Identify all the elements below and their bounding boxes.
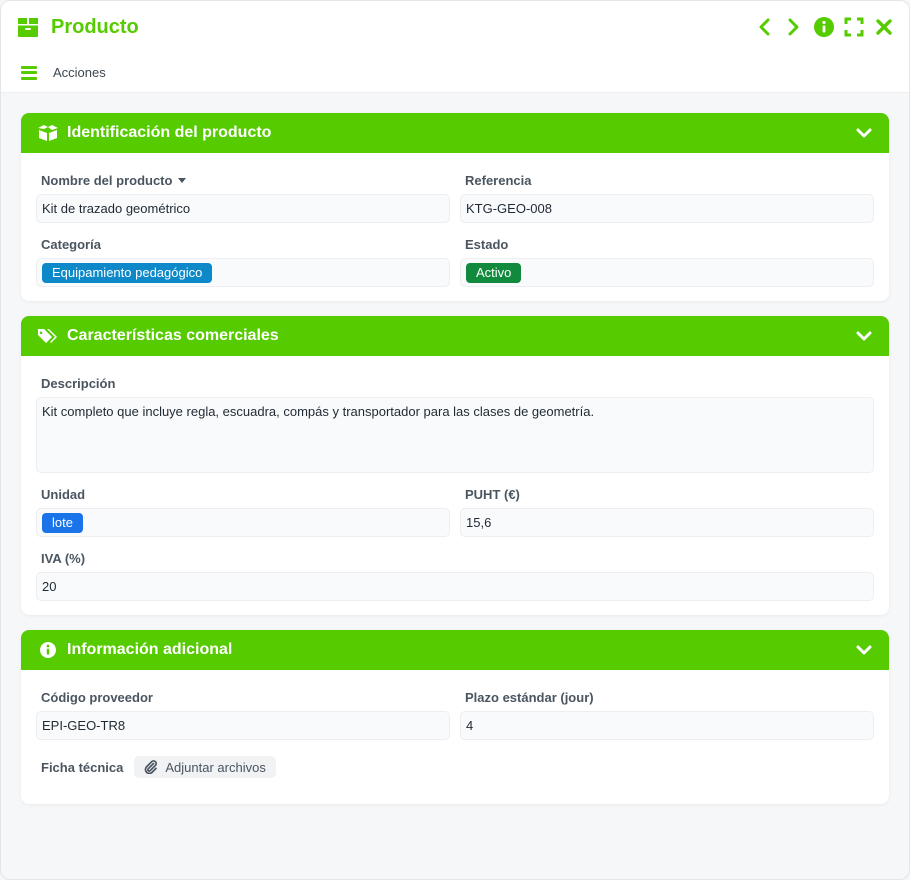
additional-title: Información adicional <box>67 641 233 658</box>
description-field[interactable]: Kit completo que incluye regla, escuadra… <box>36 397 874 473</box>
box-icon <box>15 14 41 40</box>
additional-header[interactable]: Información adicional <box>21 630 889 670</box>
caret-down-icon[interactable] <box>178 178 187 183</box>
unit-badge: lote <box>42 512 83 533</box>
lead-time-field[interactable]: 4 <box>460 711 874 740</box>
close-icon[interactable] <box>873 16 895 38</box>
product-name-label-text: Nombre del producto <box>41 173 173 188</box>
product-name-field[interactable]: Kit de trazado geométrico <box>36 194 450 223</box>
reference-label: Referencia <box>465 173 532 188</box>
window-controls <box>753 16 895 38</box>
actions-bar: Acciones <box>1 53 909 93</box>
identification-body: Nombre del producto Kit de trazado geomé… <box>21 153 889 301</box>
commercial-body: Descripción Kit completo que incluye reg… <box>21 356 889 615</box>
window-title: Producto <box>51 15 139 38</box>
identification-header[interactable]: Identificación del producto <box>21 113 889 153</box>
attach-files-button[interactable]: Adjuntar archivos <box>134 756 276 778</box>
unit-label: Unidad <box>41 487 86 502</box>
datasheet-label: Ficha técnica <box>41 759 124 775</box>
description-label: Descripción <box>41 376 116 391</box>
lead-time-label: Plazo estándar (jour) <box>465 690 594 705</box>
additional-section: Información adicional Código proveedor E… <box>21 630 889 804</box>
title-bar: Producto <box>1 1 909 53</box>
menu-icon[interactable] <box>21 65 37 80</box>
vat-label: IVA (%) <box>41 551 86 566</box>
paperclip-icon <box>144 760 158 774</box>
commercial-header[interactable]: Características comerciales <box>21 316 889 356</box>
chevron-left-icon[interactable] <box>753 16 775 38</box>
datasheet-row: Ficha técnica Adjuntar archivos <box>36 748 874 778</box>
actions-menu[interactable]: Acciones <box>53 65 106 80</box>
info-icon <box>37 640 59 660</box>
chevron-down-icon[interactable] <box>855 641 873 659</box>
status-badge: Activo <box>466 262 522 283</box>
boxes-icon <box>37 123 59 143</box>
chevron-down-icon[interactable] <box>855 124 873 142</box>
unit-field[interactable]: lote <box>36 508 450 537</box>
price-label: PUHT (€) <box>465 487 520 502</box>
status-field[interactable]: Activo <box>460 258 874 287</box>
status-label: Estado <box>465 237 509 252</box>
identification-section: Identificación del producto Nombre del p… <box>21 113 889 301</box>
commercial-title: Características comerciales <box>67 327 279 344</box>
chevron-down-icon[interactable] <box>855 327 873 345</box>
supplier-code-field[interactable]: EPI-GEO-TR8 <box>36 711 450 740</box>
category-label: Categoría <box>41 237 101 252</box>
tags-icon <box>37 326 59 346</box>
supplier-code-label: Código proveedor <box>41 690 153 705</box>
info-icon[interactable] <box>813 16 835 38</box>
category-field[interactable]: Equipamiento pedagógico <box>36 258 450 287</box>
product-name-label: Nombre del producto <box>36 167 450 194</box>
category-badge: Equipamiento pedagógico <box>42 262 213 283</box>
form-content: Identificación del producto Nombre del p… <box>1 93 909 804</box>
chevron-right-icon[interactable] <box>783 16 805 38</box>
identification-title: Identificación del producto <box>67 124 272 141</box>
additional-body: Código proveedor EPI-GEO-TR8 Plazo están… <box>21 670 889 804</box>
vat-field[interactable]: 20 <box>36 572 874 601</box>
reference-field[interactable]: KTG-GEO-008 <box>460 194 874 223</box>
commercial-section: Características comerciales Descripción … <box>21 316 889 615</box>
product-window: Producto Acciones Identificación del pro… <box>0 0 910 880</box>
attach-files-label: Adjuntar archivos <box>165 759 266 775</box>
price-field[interactable]: 15,6 <box>460 508 874 537</box>
fullscreen-icon[interactable] <box>843 16 865 38</box>
